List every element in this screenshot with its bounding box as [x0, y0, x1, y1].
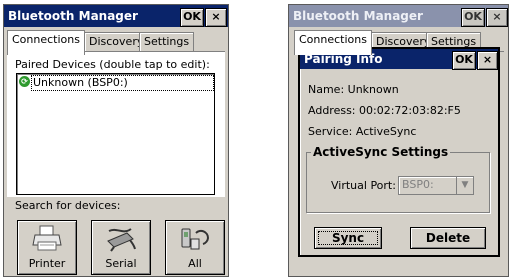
dialog-ok-button[interactable]: OK: [452, 51, 476, 70]
close-button[interactable]: ×: [486, 8, 508, 27]
tab-connections[interactable]: Connections: [294, 30, 372, 55]
device-address-line: Address: 00:02:72:03:82:F5: [308, 104, 461, 117]
button-label: Serial: [105, 257, 137, 270]
delete-button[interactable]: Delete: [410, 227, 486, 249]
ok-button[interactable]: OK: [461, 8, 485, 27]
bluetooth-manager-window: Bluetooth Manager OK × Connections Disco…: [3, 4, 229, 277]
paired-devices-label: Paired Devices (double tap to edit):: [15, 58, 210, 71]
tab-connections[interactable]: Connections: [7, 30, 85, 55]
dialog-close-button[interactable]: ×: [477, 51, 498, 70]
virtual-port-select[interactable]: BSP0: ▼: [398, 176, 474, 195]
virtual-port-label: Virtual Port:: [331, 179, 396, 192]
device-service-line: Service: ActiveSync: [308, 125, 417, 138]
pairing-info-dialog: Pairing Info OK × Name: Unknown Address:…: [298, 47, 500, 257]
delete-label: Delete: [425, 231, 471, 245]
bluetooth-device-icon: ⟳: [19, 76, 30, 87]
focus-indicator: [318, 231, 378, 245]
list-item[interactable]: ⟳ Unknown (BSP0:): [17, 74, 214, 92]
sync-button[interactable]: Sync: [314, 227, 382, 249]
virtual-port-value: BSP0:: [402, 178, 434, 191]
device-name: Unknown (BSP0:): [33, 76, 128, 89]
button-label: All: [188, 257, 202, 270]
all-devices-icon: [181, 228, 210, 250]
serial-cable-icon: [107, 228, 136, 252]
window-title: Bluetooth Manager: [8, 9, 138, 23]
title-bar: Bluetooth Manager OK ×: [289, 5, 508, 27]
printer-button[interactable]: Printer: [17, 220, 77, 275]
paired-devices-list[interactable]: ⟳ Unknown (BSP0:): [16, 73, 215, 195]
connections-panel: Paired Devices (double tap to edit): ⟳ U…: [7, 51, 225, 197]
close-button[interactable]: ×: [205, 8, 227, 27]
title-bar: Bluetooth Manager OK ×: [4, 5, 228, 27]
window-title: Bluetooth Manager: [293, 9, 423, 23]
tab-label: Discovery: [89, 35, 144, 48]
activesync-settings-group: ActiveSync Settings Virtual Port: BSP0: …: [306, 145, 490, 213]
tab-label: Settings: [144, 35, 190, 48]
tab-label: Connections: [12, 33, 80, 46]
ok-button[interactable]: OK: [180, 8, 204, 27]
group-title: ActiveSync Settings: [311, 145, 451, 159]
serial-button[interactable]: Serial: [91, 220, 151, 275]
search-label: Search for devices:: [15, 199, 121, 212]
tab-label: Connections: [299, 33, 367, 46]
chevron-down-icon: ▼: [456, 177, 473, 194]
button-label: Printer: [28, 257, 66, 270]
device-name-line: Name: Unknown: [308, 83, 399, 96]
printer-icon: [32, 225, 62, 251]
all-devices-button[interactable]: All: [165, 220, 225, 275]
